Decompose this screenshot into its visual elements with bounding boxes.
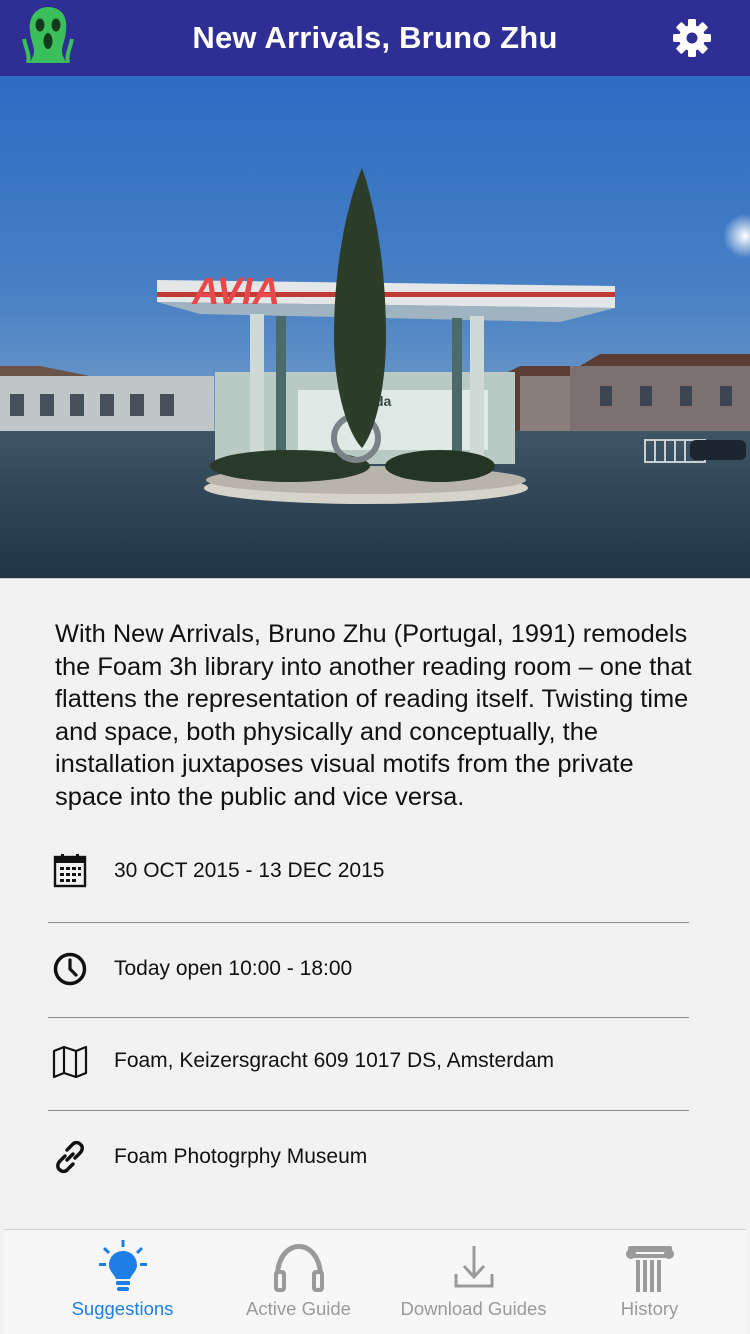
tab-label: Download Guides	[400, 1298, 547, 1319]
tab-history[interactable]: History	[557, 1230, 742, 1331]
column-icon	[625, 1246, 674, 1292]
tab-suggestions[interactable]: Suggestions	[30, 1230, 215, 1331]
website-row[interactable]: Foam Photogrphy Museum	[48, 1110, 689, 1204]
scream-face-icon[interactable]	[22, 5, 74, 63]
headphones-icon	[273, 1244, 324, 1292]
sign-text: AVIA	[191, 271, 280, 313]
address-row[interactable]: Foam, Keizersgracht 609 1017 DS, Amsterd…	[48, 1014, 689, 1108]
tab-active-guide[interactable]: Active Guide	[206, 1230, 391, 1331]
tab-label: History	[620, 1298, 679, 1319]
gear-icon[interactable]	[672, 18, 712, 58]
tab-label: Suggestions	[71, 1298, 174, 1319]
exhibition-photo: AVIA da	[0, 76, 750, 579]
download-icon	[454, 1246, 493, 1288]
dates-row: 30 OCT 2015 - 13 DEC 2015	[48, 824, 689, 918]
hours-row: Today open 10:00 - 18:00	[48, 922, 689, 1016]
exhibition-description: With New Arrivals, Bruno Zhu (Portugal, …	[55, 620, 692, 811]
tab-label: Active Guide	[246, 1298, 351, 1319]
hours-text: Today open 10:00 - 18:00	[114, 957, 353, 980]
link-icon	[56, 1140, 84, 1174]
dates-text: 30 OCT 2015 - 13 DEC 2015	[114, 859, 385, 882]
tab-download-guides[interactable]: Download Guides	[381, 1230, 566, 1331]
bottom-tab-bar: Suggestions Active Guide Download Guides	[4, 1229, 746, 1334]
clock-icon	[53, 952, 87, 986]
map-icon	[52, 1045, 88, 1079]
website-text: Foam Photogrphy Museum	[114, 1145, 368, 1168]
address-text: Foam, Keizersgracht 609 1017 DS, Amsterd…	[114, 1049, 555, 1072]
lightbulb-icon	[98, 1240, 147, 1291]
calendar-icon	[53, 854, 87, 888]
app-header: New Arrivals, Bruno Zhu	[0, 0, 750, 76]
page-title: New Arrivals, Bruno Zhu	[192, 20, 558, 55]
